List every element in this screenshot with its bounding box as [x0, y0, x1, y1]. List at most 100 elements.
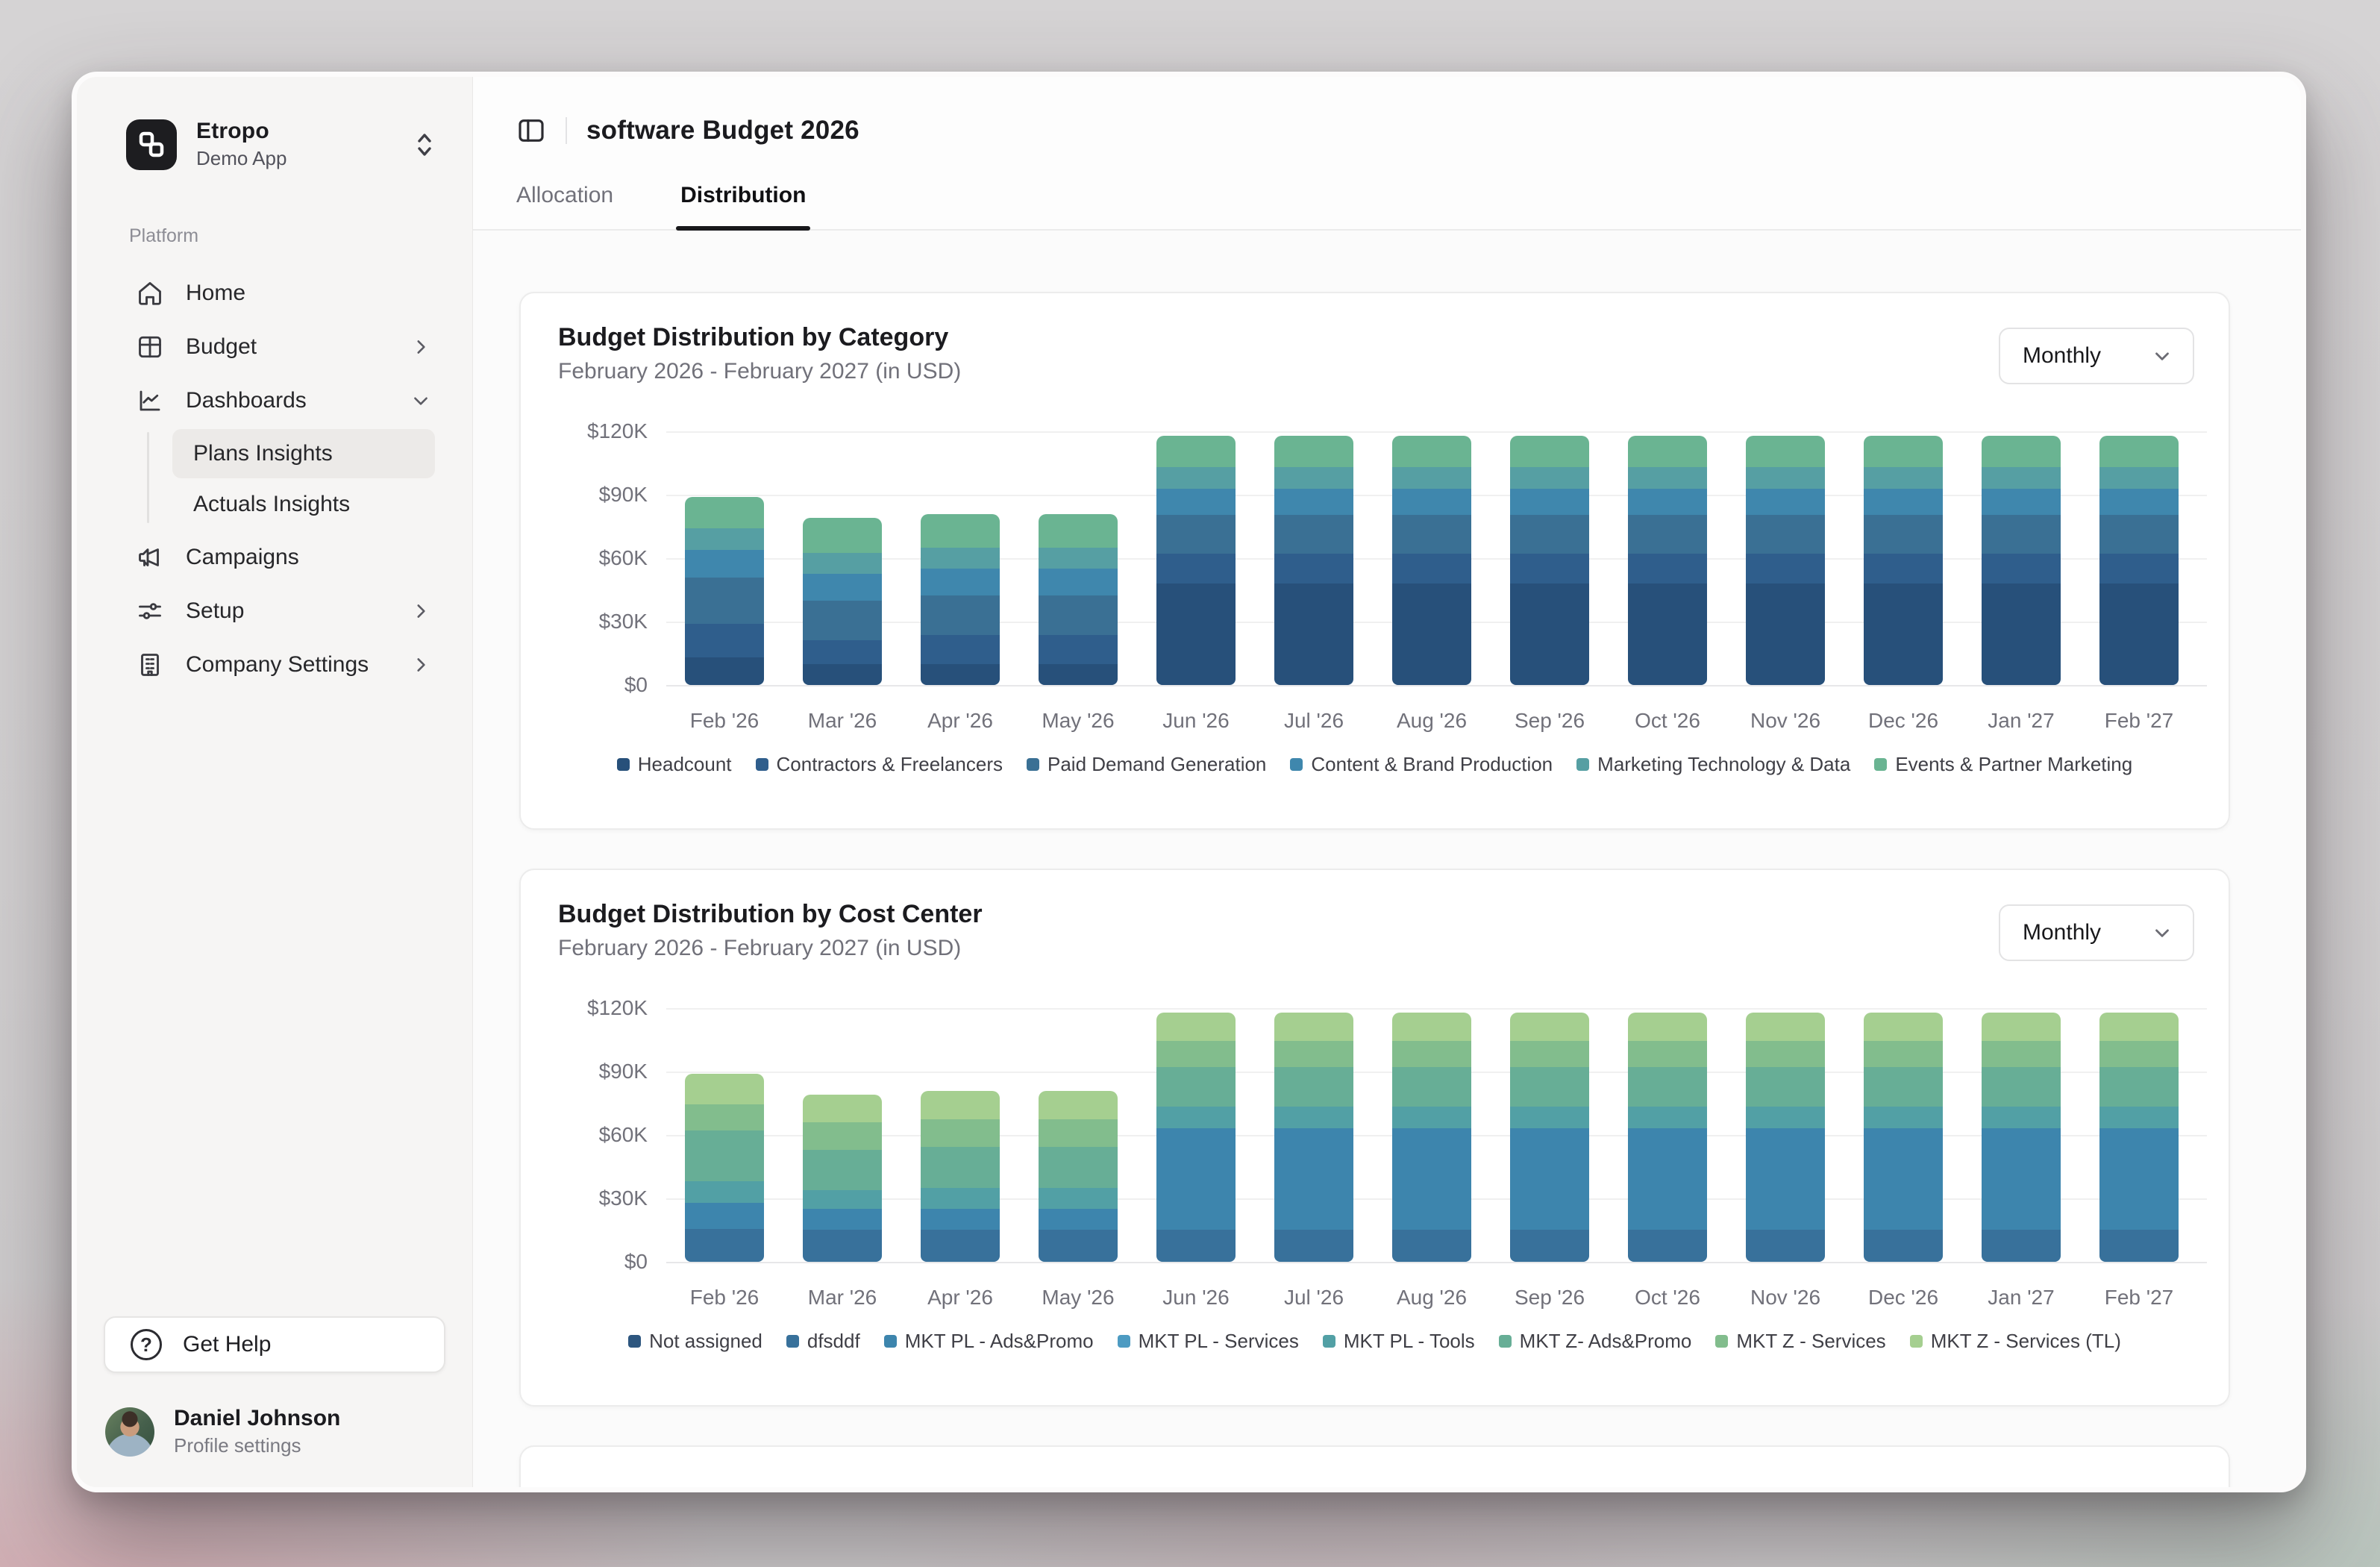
bar-segment[interactable]: [1156, 554, 1236, 584]
content-scroll-area[interactable]: Budget Distribution by Category February…: [473, 231, 2301, 1487]
bar-segment[interactable]: [1628, 1041, 1707, 1067]
bar-segment[interactable]: [921, 548, 1000, 569]
bar-segment[interactable]: [685, 497, 764, 529]
bar-segment[interactable]: [803, 640, 882, 663]
bar-segment[interactable]: [1392, 584, 1471, 685]
bar-segment[interactable]: [1510, 1067, 1589, 1106]
bar-segment[interactable]: [1628, 1128, 1707, 1230]
legend-item[interactable]: MKT PL - Tools: [1323, 1330, 1475, 1353]
bar-segment[interactable]: [1982, 467, 2061, 488]
bar-segment[interactable]: [1982, 489, 2061, 515]
bar-segment[interactable]: [1274, 1107, 1353, 1129]
legend-item[interactable]: Contractors & Freelancers: [756, 753, 1003, 776]
bar-segment[interactable]: [1864, 1013, 1943, 1041]
bar-segment[interactable]: [1039, 1188, 1118, 1209]
bar-segment[interactable]: [1510, 1230, 1589, 1262]
stacked-bar-apr-26[interactable]: [921, 1091, 1000, 1263]
bar-segment[interactable]: [803, 518, 882, 553]
bar-segment[interactable]: [921, 595, 1000, 636]
legend-item[interactable]: MKT Z - Services: [1715, 1330, 1885, 1353]
bar-segment[interactable]: [1156, 489, 1236, 515]
bar-segment[interactable]: [921, 514, 1000, 548]
bar-segment[interactable]: [1746, 1067, 1825, 1106]
bar-segment[interactable]: [1746, 1230, 1825, 1262]
bar-segment[interactable]: [803, 1230, 882, 1262]
bar-segment[interactable]: [1628, 467, 1707, 488]
bar-segment[interactable]: [1039, 635, 1118, 663]
bar-segment[interactable]: [1510, 467, 1589, 488]
bar-segment[interactable]: [2099, 584, 2179, 685]
bar-segment[interactable]: [803, 1209, 882, 1230]
bar-segment[interactable]: [1864, 436, 1943, 468]
bar-segment[interactable]: [1156, 1067, 1236, 1106]
bar-segment[interactable]: [1628, 515, 1707, 554]
stacked-bar-may-26[interactable]: [1039, 514, 1118, 686]
bar-segment[interactable]: [921, 1188, 1000, 1209]
bar-segment[interactable]: [1274, 554, 1353, 584]
bar-segment[interactable]: [1628, 1230, 1707, 1262]
bar-segment[interactable]: [1982, 436, 2061, 468]
bar-segment[interactable]: [1274, 436, 1353, 468]
bar-segment[interactable]: [1039, 569, 1118, 595]
sidebar-subitem-plans-insights[interactable]: Plans Insights: [172, 429, 435, 478]
bar-segment[interactable]: [1628, 1107, 1707, 1129]
legend-item[interactable]: MKT Z - Services (TL): [1910, 1330, 2121, 1353]
legend-item[interactable]: MKT PL - Services: [1118, 1330, 1299, 1353]
bar-segment[interactable]: [921, 635, 1000, 663]
bar-segment[interactable]: [2099, 467, 2179, 488]
stacked-bar-apr-26[interactable]: [921, 514, 1000, 686]
bar-segment[interactable]: [1746, 1128, 1825, 1230]
stacked-bar-jan-27[interactable]: [1982, 1013, 2061, 1262]
bar-segment[interactable]: [1510, 584, 1589, 685]
bar-segment[interactable]: [685, 657, 764, 685]
bar-segment[interactable]: [1510, 515, 1589, 554]
bar-segment[interactable]: [1746, 584, 1825, 685]
bar-segment[interactable]: [803, 664, 882, 685]
workspace-switcher[interactable]: Etropo Demo App: [104, 119, 445, 170]
bar-segment[interactable]: [1156, 1013, 1236, 1041]
bar-segment[interactable]: [1864, 1128, 1943, 1230]
stacked-bar-nov-26[interactable]: [1746, 436, 1825, 685]
bar-segment[interactable]: [2099, 1230, 2179, 1262]
bar-segment[interactable]: [1982, 1128, 2061, 1230]
bar-segment[interactable]: [1274, 515, 1353, 554]
bar-segment[interactable]: [1628, 436, 1707, 468]
stacked-bar-jul-26[interactable]: [1274, 436, 1353, 685]
stacked-bar-jul-26[interactable]: [1274, 1013, 1353, 1262]
bar-segment[interactable]: [1510, 1107, 1589, 1129]
bar-segment[interactable]: [1864, 467, 1943, 488]
bar-segment[interactable]: [1864, 1230, 1943, 1262]
bar-segment[interactable]: [1156, 436, 1236, 468]
stacked-bar-jun-26[interactable]: [1156, 436, 1236, 685]
bar-segment[interactable]: [921, 1209, 1000, 1230]
bar-segment[interactable]: [685, 1203, 764, 1229]
sidebar-toggle-icon[interactable]: [516, 116, 546, 146]
stacked-bar-feb-26[interactable]: [685, 497, 764, 685]
legend-item[interactable]: Not assigned: [628, 1330, 762, 1353]
legend-item[interactable]: Content & Brand Production: [1290, 753, 1553, 776]
stacked-bar-feb-26[interactable]: [685, 1074, 764, 1262]
legend-item[interactable]: Headcount: [617, 753, 732, 776]
bar-segment[interactable]: [1628, 489, 1707, 515]
bar-segment[interactable]: [2099, 1107, 2179, 1129]
bar-segment[interactable]: [2099, 1128, 2179, 1230]
bar-segment[interactable]: [921, 1119, 1000, 1147]
bar-segment[interactable]: [1746, 1041, 1825, 1067]
bar-segment[interactable]: [1982, 1013, 2061, 1041]
bar-segment[interactable]: [1274, 1230, 1353, 1262]
legend-item[interactable]: dfsddf: [786, 1330, 860, 1353]
bar-segment[interactable]: [685, 1229, 764, 1262]
bar-segment[interactable]: [921, 1147, 1000, 1188]
bar-segment[interactable]: [803, 1095, 882, 1122]
bar-segment[interactable]: [1746, 467, 1825, 488]
bar-segment[interactable]: [1628, 584, 1707, 685]
bar-segment[interactable]: [1864, 489, 1943, 515]
legend-item[interactable]: Marketing Technology & Data: [1576, 753, 1850, 776]
stacked-bar-aug-26[interactable]: [1392, 1013, 1471, 1262]
bar-segment[interactable]: [1510, 554, 1589, 584]
tab-allocation[interactable]: Allocation: [516, 183, 613, 229]
bar-segment[interactable]: [1392, 1107, 1471, 1129]
profile-menu[interactable]: Daniel Johnson Profile settings: [104, 1406, 445, 1457]
bar-segment[interactable]: [803, 553, 882, 574]
bar-segment[interactable]: [1982, 1230, 2061, 1262]
